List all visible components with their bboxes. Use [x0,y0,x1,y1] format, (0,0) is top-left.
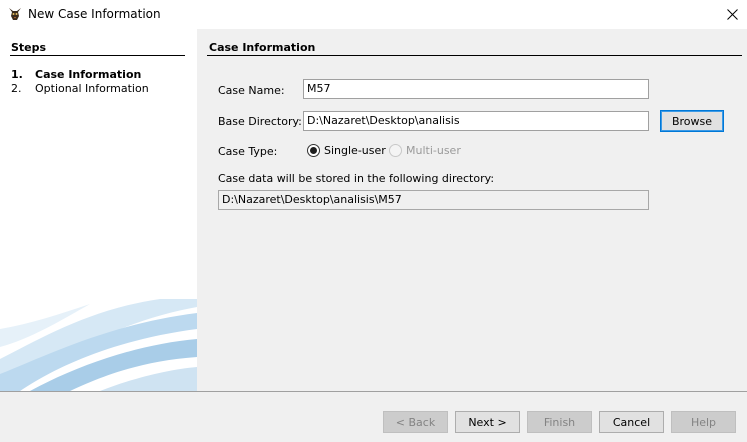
case-type-label: Case Type: [218,145,278,158]
panel-divider [207,55,742,56]
cancel-button[interactable]: Cancel [599,411,664,433]
single-user-radio-option[interactable]: Single-user [307,144,386,157]
close-button[interactable] [717,0,747,29]
step-number: 2. [11,82,22,95]
steps-panel: Steps 1. Case Information 2. Optional Info… [0,29,197,391]
multi-user-radio-option: Multi-user [389,144,461,157]
step-item-optional-information: 2. Optional Information [11,82,149,95]
steps-divider [10,55,185,56]
window-title: New Case Information [28,7,161,21]
storage-directory-field: D:\Nazaret\Desktop\analisis\M57 [218,190,649,210]
base-directory-label: Base Directory: [218,115,302,128]
title-bar: New Case Information [0,0,747,29]
multi-user-radio [389,144,402,157]
step-number: 1. [11,68,23,81]
steps-header: Steps [11,41,47,54]
multi-user-label: Multi-user [406,144,461,157]
case-name-input[interactable]: M57 [303,79,649,99]
single-user-radio[interactable] [307,144,320,157]
panel-title: Case Information [209,41,316,54]
decorative-wave-graphic [0,299,197,391]
case-information-panel: Case Information Case Name: M57 Base Dir… [197,29,747,391]
step-label: Case Information [35,68,142,81]
base-directory-input[interactable]: D:\Nazaret\Desktop\analisis [303,111,649,131]
step-item-case-information: 1. Case Information [11,68,141,81]
finish-button: Finish [527,411,592,433]
step-label: Optional Information [35,82,149,95]
browse-button[interactable]: Browse [660,110,724,132]
autopsy-dog-icon [9,8,21,20]
next-button[interactable]: Next > [455,411,520,433]
close-icon [726,9,738,20]
single-user-label: Single-user [324,144,386,157]
wizard-button-bar: < Back Next > Finish Cancel Help [0,391,747,442]
case-name-label: Case Name: [218,84,285,97]
storage-directory-label: Case data will be stored in the followin… [218,172,495,185]
help-button: Help [671,411,736,433]
back-button: < Back [383,411,448,433]
